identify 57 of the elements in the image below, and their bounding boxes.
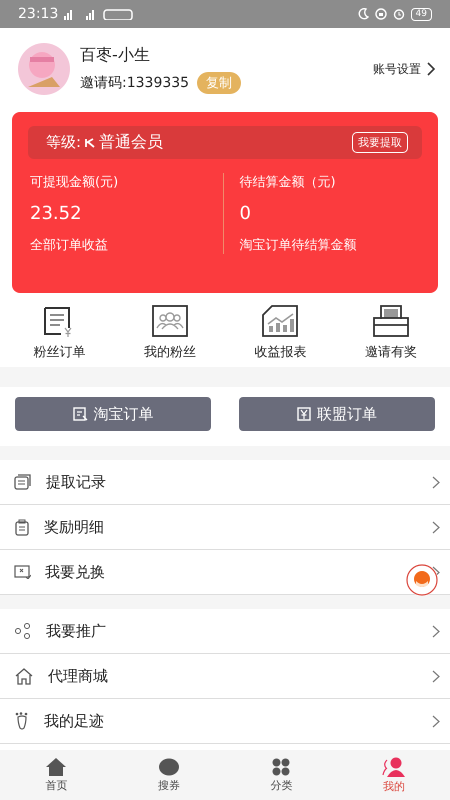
balance-amount: 0 (240, 203, 252, 224)
home-icon (46, 758, 66, 776)
share-icon (14, 623, 32, 639)
level-label: 等级: (46, 133, 82, 152)
footprint-icon (14, 712, 30, 730)
invite-code: 邀请码:1339335 (80, 74, 190, 92)
menu-item[interactable]: 我的足迹 (0, 699, 450, 744)
menu-item[interactable]: 提取记录 (0, 460, 450, 505)
order-button[interactable]: 联盟订单 (239, 397, 435, 431)
moon-icon (356, 8, 369, 20)
tab[interactable]: 分类 (225, 750, 338, 800)
shortcut-label[interactable]: 邀请有奖 (364, 343, 417, 361)
chevron-right-icon (432, 476, 440, 488)
chevron-right-icon (432, 714, 440, 728)
avatar-drawing (18, 43, 70, 95)
group-icon (152, 305, 188, 337)
shortcut-label[interactable]: 粉丝订单 (33, 343, 86, 361)
chevron-right-icon (432, 670, 440, 682)
tab[interactable]: 搜券 (112, 750, 225, 800)
battery-level: 49 (410, 8, 432, 20)
balance-caption: 淘宝订单待结算金额 (240, 237, 358, 254)
chart-icon (262, 305, 298, 337)
level-value: 普通会员 (99, 132, 164, 153)
receipt-icon (72, 407, 88, 421)
gift-box-icon (372, 305, 409, 337)
status-time: 23:13 (18, 6, 58, 22)
user-icon (380, 756, 407, 776)
lock-icon (374, 8, 387, 20)
withdraw-button[interactable]: 我要提取 (352, 132, 408, 153)
balance-caption: 全部订单收益 (30, 237, 109, 254)
yuan-note-icon (297, 407, 311, 421)
balance-amount: 23.52 (30, 203, 83, 224)
chevron-right-icon (432, 520, 440, 534)
balance-title: 待结算金额（元) (240, 174, 337, 191)
circle-icon (158, 758, 180, 776)
ticket-icon (14, 565, 31, 579)
shortcut-label[interactable]: 我的粉丝 (144, 343, 196, 361)
document-stack-icon (14, 474, 32, 490)
balance-title: 可提现金额(元) (30, 174, 120, 191)
shortcut-label[interactable]: 收益报表 (254, 343, 306, 361)
tab[interactable]: 首页 (0, 750, 112, 800)
alarm-icon (392, 8, 405, 20)
badge-icon (85, 138, 96, 148)
user-name: 百枣-小生 (80, 44, 151, 66)
order-button[interactable]: 淘宝订单 (15, 397, 211, 431)
account-settings-link[interactable]: 账号设置 (373, 60, 421, 78)
customer-service-icon[interactable] (406, 564, 438, 596)
signal-icon (64, 8, 134, 20)
chevron-right-icon (427, 62, 436, 76)
grid-icon (272, 758, 290, 776)
house-icon (14, 667, 34, 685)
menu-item[interactable]: 代理商城 (0, 654, 450, 699)
chevron-right-icon (432, 624, 440, 638)
clipboard-icon (14, 518, 30, 536)
menu-item[interactable]: 奖励明细 (0, 505, 450, 550)
menu-item[interactable]: 我要推广 (0, 609, 450, 654)
tab[interactable]: 我的 (338, 750, 450, 800)
